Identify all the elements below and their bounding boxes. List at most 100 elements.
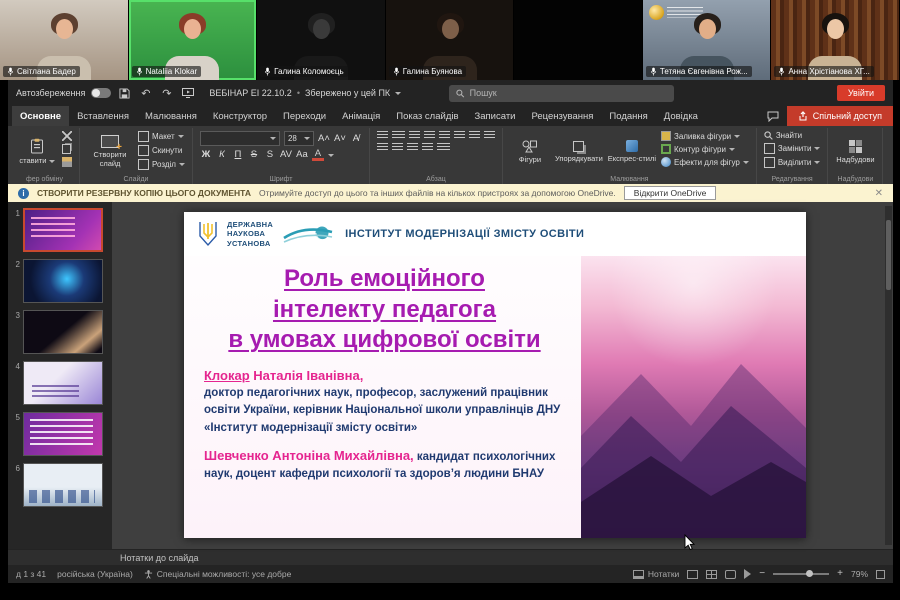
quick-styles-button[interactable]: Експрес-стилі — [608, 131, 656, 172]
convert-smartart-button[interactable] — [437, 143, 450, 152]
slide-thumbnail[interactable]: 5 — [10, 412, 109, 456]
clear-formatting-button[interactable]: A̸ — [350, 133, 362, 145]
zoom-out-button[interactable]: − — [759, 569, 765, 579]
participant-tile[interactable]: Світлана Бадер — [0, 0, 129, 80]
shape-outline-button[interactable]: Контур фігури — [661, 144, 749, 154]
tab-record[interactable]: Записати — [467, 106, 524, 126]
participant-tile[interactable]: Тетяна Євгенівна Рож... — [643, 0, 772, 80]
align-right-button[interactable] — [484, 131, 495, 140]
comments-button[interactable] — [759, 106, 787, 126]
undo-button[interactable]: ↶ — [138, 86, 153, 101]
language-indicator[interactable]: російська (Україна) — [57, 569, 133, 579]
underline-button[interactable]: П — [232, 149, 244, 161]
align-left-button[interactable] — [454, 131, 465, 140]
open-onedrive-button[interactable]: Відкрити OneDrive — [624, 186, 717, 200]
layout-button[interactable]: Макет — [138, 131, 185, 142]
participant-tile[interactable]: Галина Буянова — [386, 0, 515, 80]
participant-tile[interactable]: Анна Хрістіанова ХГ... — [771, 0, 900, 80]
tab-draw[interactable]: Малювання — [137, 106, 205, 126]
decrease-font-button[interactable]: A˅ — [334, 133, 346, 145]
slide-thumbnail-image[interactable] — [23, 412, 103, 456]
shapes-button[interactable]: Фігури — [510, 131, 550, 172]
strikethrough-button[interactable]: S — [248, 149, 260, 161]
search-box[interactable] — [449, 85, 674, 102]
current-slide[interactable]: ДЕРЖАВНА НАУКОВА УСТАНОВА ІНСТИТУТ МОДЕР… — [184, 212, 806, 538]
accessibility-status[interactable]: Спеціальні можливості: усе добре — [144, 569, 292, 579]
character-spacing-button[interactable]: AV — [280, 149, 292, 161]
decrease-indent-button[interactable] — [409, 131, 420, 140]
canvas-scrollbar[interactable] — [885, 206, 892, 545]
font-name-combo[interactable] — [200, 131, 280, 146]
participant-tile[interactable]: Галина Коломоєць — [257, 0, 386, 80]
justify-button[interactable] — [377, 143, 388, 152]
align-text-button[interactable] — [422, 143, 433, 152]
section-button[interactable]: Розділ — [138, 159, 185, 170]
slide-thumbnail[interactable]: 4 — [10, 361, 109, 405]
slide-thumbnail-image[interactable] — [23, 208, 103, 252]
tab-insert[interactable]: Вставлення — [69, 106, 137, 126]
slide-thumbnail[interactable]: 2 — [10, 259, 109, 303]
font-color-button[interactable]: А — [312, 149, 324, 161]
tab-design[interactable]: Конструктор — [205, 106, 275, 126]
normal-view-button[interactable] — [687, 570, 698, 579]
arrange-button[interactable]: Упорядкувати — [555, 131, 603, 172]
save-button[interactable] — [117, 86, 132, 101]
paste-button[interactable]: ставити — [17, 131, 57, 172]
text-direction-button[interactable] — [407, 143, 418, 152]
format-painter-button[interactable] — [62, 157, 72, 167]
participant-tile-camera-off[interactable] — [514, 0, 643, 80]
reset-button[interactable]: Скинути — [138, 145, 185, 156]
tab-transitions[interactable]: Переходи — [275, 106, 334, 126]
slide-thumbnail-image[interactable] — [23, 259, 103, 303]
shape-effects-button[interactable]: Ефекти для фігур — [661, 157, 749, 167]
slide-thumbnail-image[interactable] — [23, 463, 103, 507]
increase-indent-button[interactable] — [424, 131, 435, 140]
increase-font-button[interactable]: A˄ — [318, 133, 330, 145]
shape-fill-button[interactable]: Заливка фігури — [661, 131, 749, 141]
columns-button[interactable] — [392, 143, 403, 152]
zoom-slider[interactable] — [773, 573, 829, 575]
tab-view[interactable]: Подання — [601, 106, 655, 126]
bold-button[interactable]: Ж — [200, 149, 212, 161]
zoom-slider-knob[interactable] — [806, 570, 813, 577]
zoom-in-button[interactable]: + — [837, 569, 843, 579]
slide-thumbnail-image[interactable] — [23, 361, 103, 405]
slideshow-view-button[interactable] — [744, 569, 751, 579]
zoom-level[interactable]: 79% — [851, 569, 868, 579]
redo-button[interactable]: ↷ — [159, 86, 174, 101]
document-title[interactable]: ВЕБІНАР ЕІ 22.10.2 • Збережено у цей ПК — [209, 88, 401, 98]
bullets-button[interactable] — [377, 131, 388, 140]
search-input[interactable] — [470, 88, 668, 98]
slide-thumbnail-image[interactable] — [23, 310, 103, 354]
scrollbar-thumb[interactable] — [886, 220, 891, 290]
tab-slideshow[interactable]: Показ слайдів — [388, 106, 466, 126]
find-button[interactable]: Знайти — [764, 131, 821, 140]
change-case-button[interactable]: Aa — [296, 149, 308, 161]
slide-thumbnail[interactable]: 3 — [10, 310, 109, 354]
sign-in-button[interactable]: Увійти — [837, 85, 885, 101]
font-size-combo[interactable]: 28 — [284, 131, 314, 146]
tab-help[interactable]: Довідка — [656, 106, 706, 126]
tab-home[interactable]: Основне — [12, 106, 69, 126]
line-spacing-button[interactable] — [439, 131, 450, 140]
slide-thumbnail[interactable]: 1 — [10, 208, 109, 252]
new-slide-button[interactable]: Створити слайд — [87, 131, 133, 172]
notes-pane[interactable]: Нотатки до слайда — [8, 549, 893, 565]
fit-slide-button[interactable] — [876, 570, 885, 579]
participant-tile-active-speaker[interactable]: Nataliia Klokar — [129, 0, 258, 80]
italic-button[interactable]: К — [216, 149, 228, 161]
slide-thumbnail[interactable]: 6 — [10, 463, 109, 507]
tab-review[interactable]: Рецензування — [523, 106, 601, 126]
tab-animations[interactable]: Анімація — [334, 106, 388, 126]
copy-button[interactable] — [62, 144, 71, 154]
addins-button[interactable]: Надбудови — [835, 131, 875, 172]
slide-sorter-view-button[interactable] — [706, 570, 717, 579]
notes-toggle-button[interactable]: Нотатки — [633, 569, 679, 579]
numbering-button[interactable] — [392, 131, 405, 140]
share-button[interactable]: Спільний доступ — [787, 106, 893, 126]
banner-close-icon[interactable]: ✕ — [875, 188, 883, 199]
reading-view-button[interactable] — [725, 570, 736, 579]
replace-button[interactable]: Замінити — [764, 143, 821, 154]
autosave-toggle[interactable] — [91, 88, 111, 98]
text-shadow-button[interactable]: S — [264, 149, 276, 161]
